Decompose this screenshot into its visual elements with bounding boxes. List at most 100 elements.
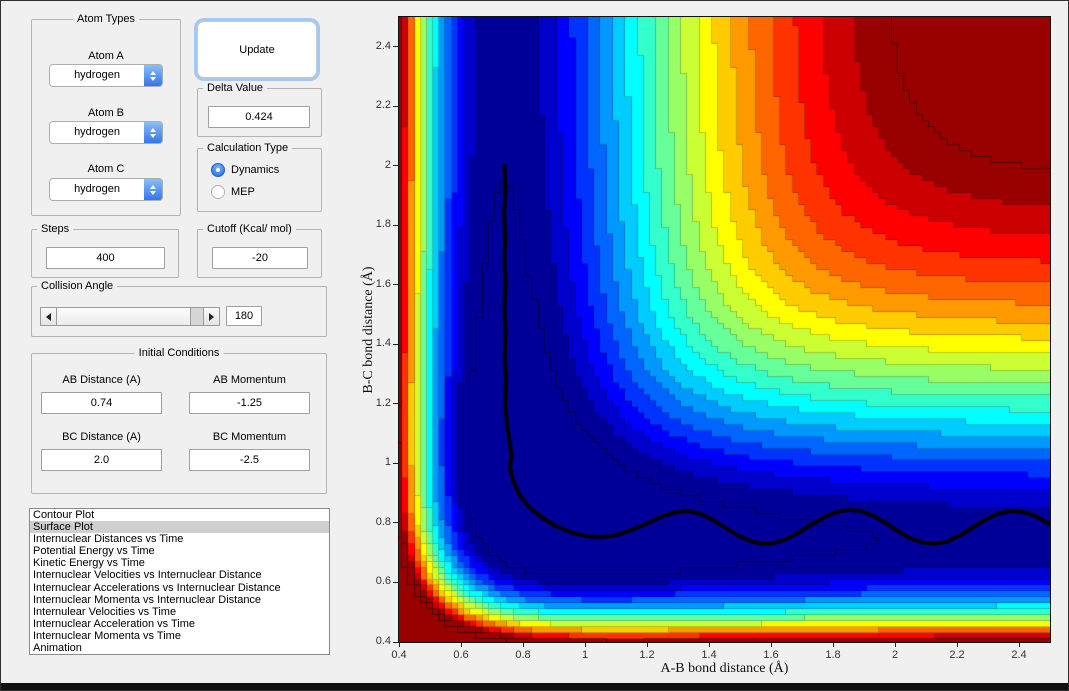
bc-distance-label: BC Distance (A) xyxy=(41,431,162,443)
x-tick-label: 0.4 xyxy=(391,649,406,661)
combo-arrows-icon xyxy=(144,65,162,86)
radio-unselected-icon xyxy=(211,185,225,199)
app-window: Atom Types Atom A hydrogen Atom B hydrog… xyxy=(0,0,1069,691)
update-button[interactable]: Update xyxy=(197,21,317,78)
x-tick-label: 0.6 xyxy=(453,649,468,661)
panel-title: Initial Conditions xyxy=(135,347,224,359)
y-tick-label: 1 xyxy=(357,456,391,468)
initial-conditions-panel: Initial Conditions AB Distance (A) AB Mo… xyxy=(31,353,327,494)
list-item[interactable]: Internuclear Accelerations vs Internucle… xyxy=(30,582,329,594)
bc-distance-input[interactable] xyxy=(41,449,162,471)
ab-distance-label: AB Distance (A) xyxy=(41,374,162,386)
atom-b-dropdown[interactable]: hydrogen xyxy=(49,121,163,144)
ab-distance-input[interactable] xyxy=(41,392,162,414)
slider-right-arrow-button[interactable] xyxy=(203,308,219,325)
panel-title: Calculation Type xyxy=(203,142,292,154)
list-item[interactable]: Internulear Velocities vs Time xyxy=(30,606,329,618)
list-item[interactable]: Internuclear Velocities vs Internuclear … xyxy=(30,569,329,581)
list-item[interactable]: Animation xyxy=(30,642,329,654)
x-tick-label: 1.4 xyxy=(701,649,716,661)
atom-c-value: hydrogen xyxy=(50,179,144,200)
slider-thumb[interactable] xyxy=(57,308,191,325)
y-tick-label: 1.2 xyxy=(357,397,391,409)
calculation-type-panel: Calculation Type Dynamics MEP xyxy=(197,148,322,212)
atom-c-label: Atom C xyxy=(32,163,180,175)
steps-panel: Steps xyxy=(31,229,179,278)
atom-types-panel: Atom Types Atom A hydrogen Atom B hydrog… xyxy=(31,19,181,216)
y-tick-label: 0.8 xyxy=(357,516,391,528)
delta-value-panel: Delta Value xyxy=(197,88,322,137)
x-tick-mark xyxy=(1019,642,1020,647)
plot-type-listbox: Contour PlotSurface PlotInternuclear Dis… xyxy=(29,508,330,655)
radio-label: MEP xyxy=(231,186,255,198)
y-tick-label: 0.4 xyxy=(357,635,391,647)
panel-title: Atom Types xyxy=(73,13,139,25)
y-tick-mark xyxy=(393,522,398,523)
list-item[interactable]: Contour Plot xyxy=(30,509,329,521)
atom-c-dropdown[interactable]: hydrogen xyxy=(49,178,163,201)
collision-angle-input[interactable] xyxy=(226,306,262,326)
atom-b-label: Atom B xyxy=(32,107,180,119)
y-tick-label: 2 xyxy=(357,159,391,171)
list-item[interactable]: Surface Plot xyxy=(30,521,329,533)
y-tick-label: 2.4 xyxy=(357,40,391,52)
x-tick-mark xyxy=(895,642,896,647)
x-tick-mark xyxy=(523,642,524,647)
bc-momentum-label: BC Momentum xyxy=(189,431,310,443)
radio-mep[interactable]: MEP xyxy=(211,184,255,200)
arrow-left-icon xyxy=(46,313,51,321)
y-tick-label: 1.6 xyxy=(357,278,391,290)
radio-selected-icon xyxy=(211,163,225,177)
ab-momentum-label: AB Momentum xyxy=(189,374,310,386)
x-tick-mark xyxy=(399,642,400,647)
contour-plot: A-B bond distance (Å) B-C bond distance … xyxy=(398,16,1051,643)
list-item[interactable]: Internuclear Acceleration vs Time xyxy=(30,618,329,630)
window-bottom-bar xyxy=(1,683,1068,690)
y-tick-mark xyxy=(393,46,398,47)
panel-title: Delta Value xyxy=(203,82,267,94)
x-tick-label: 2.4 xyxy=(1011,649,1026,661)
x-tick-label: 1.6 xyxy=(763,649,778,661)
list-item[interactable]: Internuclear Momenta vs Time xyxy=(30,630,329,642)
y-tick-mark xyxy=(393,106,398,107)
list-item[interactable]: Internuclear Distances vs Time xyxy=(30,533,329,545)
atom-a-label: Atom A xyxy=(32,50,180,62)
x-tick-label: 2 xyxy=(892,649,898,661)
combo-arrows-icon xyxy=(144,179,162,200)
y-tick-mark xyxy=(393,284,398,285)
x-tick-mark xyxy=(461,642,462,647)
radio-dynamics[interactable]: Dynamics xyxy=(211,162,279,178)
atom-b-value: hydrogen xyxy=(50,122,144,143)
panel-title: Collision Angle xyxy=(37,280,117,292)
x-tick-label: 0.8 xyxy=(515,649,530,661)
x-tick-label: 1 xyxy=(582,649,588,661)
list-item[interactable]: Potential Energy vs Time xyxy=(30,545,329,557)
collision-angle-slider[interactable] xyxy=(40,307,220,326)
combo-arrows-icon xyxy=(144,122,162,143)
x-tick-mark xyxy=(771,642,772,647)
list-item[interactable]: Kinetic Energy vs Time xyxy=(30,557,329,569)
delta-value-input[interactable] xyxy=(208,106,310,128)
collision-angle-panel: Collision Angle xyxy=(31,286,327,337)
y-tick-label: 1.4 xyxy=(357,337,391,349)
cutoff-input[interactable] xyxy=(212,247,308,269)
y-tick-label: 2.2 xyxy=(357,99,391,111)
radio-label: Dynamics xyxy=(231,164,279,176)
x-tick-label: 1.8 xyxy=(825,649,840,661)
y-tick-label: 0.6 xyxy=(357,575,391,587)
panel-title: Cutoff (Kcal/ mol) xyxy=(203,223,296,235)
slider-left-arrow-button[interactable] xyxy=(41,308,57,325)
slider-track[interactable] xyxy=(191,308,203,325)
y-tick-mark xyxy=(393,344,398,345)
bc-momentum-input[interactable] xyxy=(189,449,310,471)
panel-title: Steps xyxy=(37,223,73,235)
atom-a-value: hydrogen xyxy=(50,65,144,86)
x-tick-mark xyxy=(709,642,710,647)
x-axis-label: A-B bond distance (Å) xyxy=(661,661,789,677)
atom-a-dropdown[interactable]: hydrogen xyxy=(49,64,163,87)
ab-momentum-input[interactable] xyxy=(189,392,310,414)
list-item[interactable]: Internuclear Momenta vs Internuclear Dis… xyxy=(30,594,329,606)
x-tick-mark xyxy=(647,642,648,647)
steps-input[interactable] xyxy=(46,247,165,269)
potential-surface-canvas xyxy=(399,17,1050,642)
